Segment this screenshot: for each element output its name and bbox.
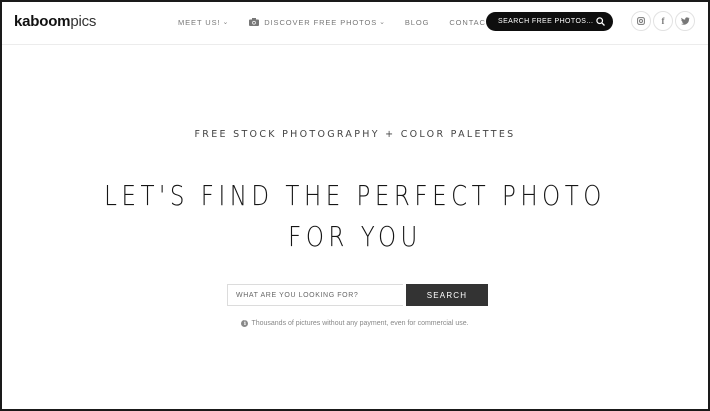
camera-icon xyxy=(249,18,260,26)
nav-meet-us-label: MEET US! xyxy=(178,17,221,27)
hero-search-input[interactable] xyxy=(227,284,403,306)
site-header: kaboompics MEET US! ⌄ DISCOVER FREE PHOT… xyxy=(2,2,708,45)
hero-search-form: SEARCH xyxy=(227,284,488,306)
search-icon xyxy=(596,17,605,26)
chevron-down-icon: ⌄ xyxy=(222,19,230,26)
logo-light: pics xyxy=(70,13,97,30)
header-search-button[interactable]: SEARCH FREE PHOTOS... xyxy=(486,12,613,31)
nav-meet-us[interactable]: MEET US! ⌄ xyxy=(178,18,229,27)
page-frame: kaboompics MEET US! ⌄ DISCOVER FREE PHOT… xyxy=(0,0,710,411)
headline-line-1: LET'S FIND THE PERFECT PHOTO xyxy=(104,179,606,212)
chevron-down-icon: ⌄ xyxy=(379,19,386,26)
hero-note-text: Thousands of pictures without any paymen… xyxy=(251,320,469,327)
instagram-icon[interactable] xyxy=(631,11,651,31)
nav-discover-label: DISCOVER FREE PHOTOS xyxy=(264,17,378,27)
hero-headline: LET'S FIND THE PERFECT PHOTO FOR YOU xyxy=(2,175,708,257)
main-nav: MEET US! ⌄ DISCOVER FREE PHOTOS ⌄ BLOG C… xyxy=(178,2,491,42)
header-search-label: SEARCH FREE PHOTOS... xyxy=(498,18,594,25)
hero-note: i Thousands of pictures without any paym… xyxy=(2,320,708,327)
social-links: f xyxy=(631,11,695,31)
nav-blog[interactable]: BLOG xyxy=(405,18,429,27)
facebook-icon[interactable]: f xyxy=(653,11,673,31)
hero-search-button[interactable]: SEARCH xyxy=(406,284,488,306)
hero-tagline: FREE STOCK PHOTOGRAPHY + COLOR PALETTES xyxy=(194,129,516,140)
twitter-icon[interactable] xyxy=(675,11,695,31)
headline-line-2: FOR YOU xyxy=(288,220,422,253)
site-logo[interactable]: kaboompics xyxy=(14,13,96,30)
logo-bold: kaboom xyxy=(14,13,71,30)
nav-discover-free-photos[interactable]: DISCOVER FREE PHOTOS ⌄ xyxy=(249,18,386,27)
nav-blog-label: BLOG xyxy=(404,17,430,27)
info-icon: i xyxy=(241,320,249,327)
